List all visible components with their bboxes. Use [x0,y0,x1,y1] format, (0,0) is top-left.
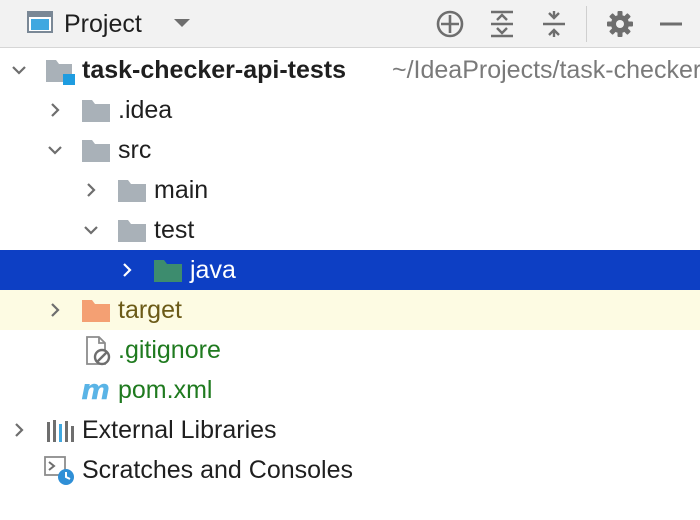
crosshair-icon [436,10,464,38]
folder-icon [118,220,146,242]
hide-button[interactable] [654,7,688,41]
scratches-icon [44,456,74,485]
tree-row-src[interactable]: src [0,130,700,170]
toolbar-divider [586,6,587,42]
chevron-down-icon[interactable] [46,141,64,159]
test-sources-folder-icon [154,260,182,282]
tree-item-label: test [154,216,195,244]
tree-row-target[interactable]: target [0,290,700,330]
tree-row-root[interactable]: task-checker-api-tests ~/IdeaProjects/ta… [0,50,700,90]
module-folder-icon [46,60,75,85]
expand-all-button[interactable] [485,7,519,41]
maven-icon: m [81,377,110,405]
locate-button[interactable] [433,7,467,41]
tree-row-scratches[interactable]: Scratches and Consoles [0,450,700,490]
tool-window-header: Project [0,0,700,48]
excluded-folder-icon [82,300,110,322]
collapse-all-icon [543,11,565,37]
tree-row-pom[interactable]: m pom.xml [0,370,700,410]
tree-item-label: main [154,176,209,204]
settings-button[interactable] [603,7,637,41]
tree-item-label: target [118,296,182,324]
ignored-file-icon [86,336,111,366]
chevron-right-icon[interactable] [82,181,100,199]
minimize-icon [660,22,682,26]
chevron-right-icon[interactable] [46,101,64,119]
gear-icon [607,11,633,37]
chevron-right-icon[interactable] [46,301,64,319]
tree-item-label: Scratches and Consoles [82,456,353,484]
tree-item-label: pom.xml [118,376,213,404]
tree-row-test[interactable]: test [0,210,700,250]
chevron-right-icon[interactable] [118,261,136,279]
folder-icon [118,180,146,202]
chevron-down-icon[interactable] [82,221,100,239]
expand-all-icon [491,10,513,38]
tree-item-label: .gitignore [118,336,221,364]
tree-row-java[interactable]: java [0,250,700,290]
project-root-name: task-checker-api-tests [82,56,347,84]
library-icon [47,420,74,442]
tree-row-main[interactable]: main [0,170,700,210]
tree-item-label: External Libraries [82,416,277,444]
chevron-down-icon[interactable] [172,16,192,30]
collapse-all-button[interactable] [537,7,571,41]
tree-row-external-libraries[interactable]: External Libraries [0,410,700,450]
chevron-right-icon[interactable] [10,421,28,439]
project-tree[interactable]: task-checker-api-tests ~/IdeaProjects/ta… [0,48,700,520]
project-view-icon [27,11,53,33]
project-tool-window: Project task-checker-api-tests ~/IdeaPro… [0,0,700,520]
svg-text:m: m [81,377,110,405]
chevron-down-icon[interactable] [10,61,28,79]
tree-item-label: java [190,256,236,284]
project-root-path: ~/IdeaProjects/task-checker-api-tests [392,56,700,84]
tool-window-title[interactable]: Project [64,8,142,40]
folder-icon [82,140,110,162]
tree-row-gitignore[interactable]: .gitignore [0,330,700,370]
folder-icon [82,100,110,122]
tree-item-label: src [118,136,152,164]
tree-row-idea[interactable]: .idea [0,90,700,130]
tree-item-label: .idea [118,96,173,124]
